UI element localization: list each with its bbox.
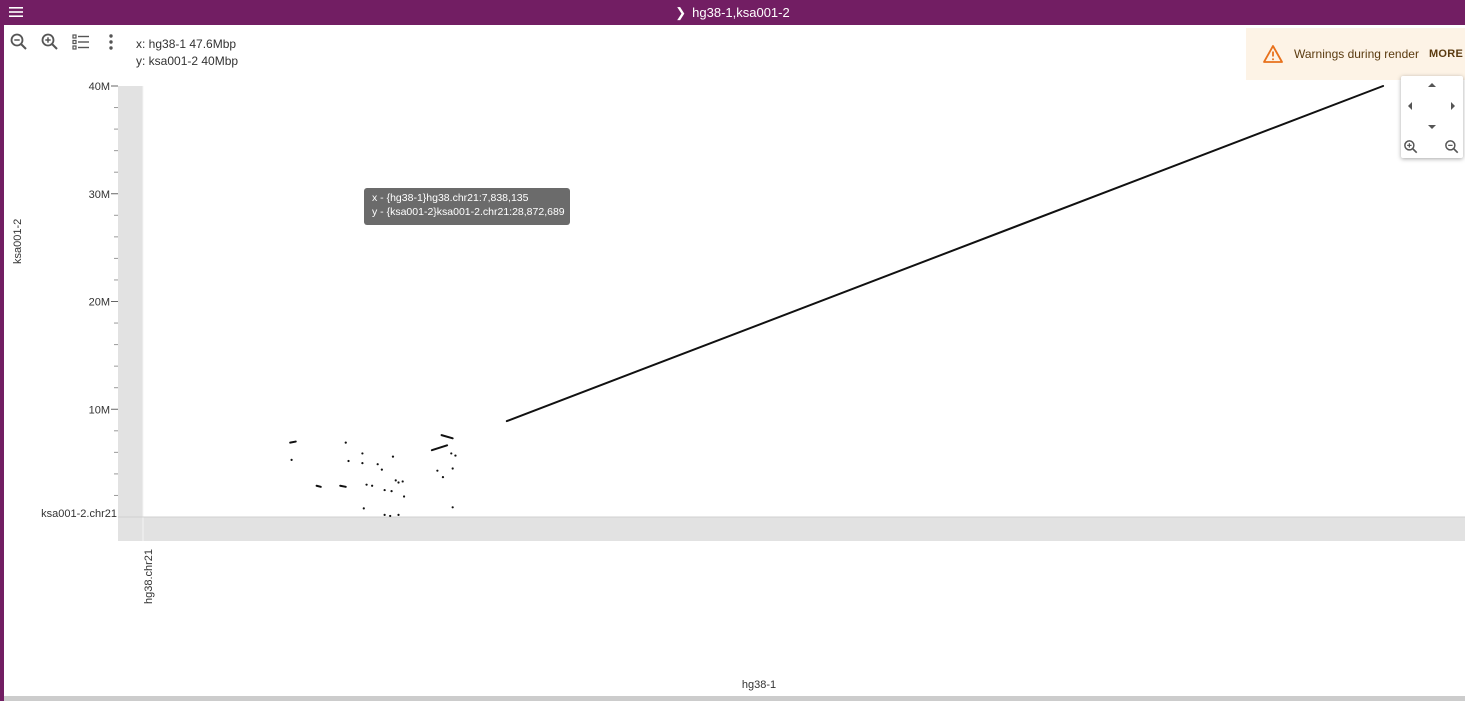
pan-right-icon[interactable] xyxy=(1447,100,1459,112)
alignment-point xyxy=(365,483,368,486)
alignment-point xyxy=(450,452,453,455)
hover-tooltip: x - {hg38-1}hg38.chr21:7,838,135 y - {ks… xyxy=(364,188,570,225)
alignment-point xyxy=(436,469,439,472)
alignment-segment xyxy=(339,484,347,488)
alignment-point xyxy=(401,480,404,483)
alignment-point xyxy=(451,467,454,470)
alignment-point xyxy=(391,455,395,458)
nav-zoom-out-icon[interactable] xyxy=(1443,138,1461,156)
x-axis-title: hg38-1 xyxy=(742,679,776,691)
dotplot-chart[interactable]: 10M 20M 30M 40M ksa001-2.chr21 hg38.chr21 k… xyxy=(0,0,1465,701)
alignment-segment xyxy=(440,434,454,440)
pan-up-icon[interactable] xyxy=(1426,79,1438,91)
y-tick-label: 40M xyxy=(89,81,110,93)
alignment-point xyxy=(371,484,374,487)
warning-text: Warnings during render xyxy=(1294,47,1419,61)
y-region-band xyxy=(118,86,143,541)
alignment-segment xyxy=(315,484,322,488)
warning-more-button[interactable]: MORE xyxy=(1429,48,1463,60)
alignment-point xyxy=(383,488,386,492)
x-region-label: hg38.chr21 xyxy=(143,549,155,604)
alignment-segment xyxy=(289,440,297,444)
x-region-band xyxy=(118,517,1465,541)
alignment-point xyxy=(347,459,350,463)
alignment-point xyxy=(376,463,379,466)
tooltip-y-line: y - {ksa001-2}ksa001-2.chr21:28,872,689 xyxy=(372,206,565,218)
alignment-point xyxy=(290,458,293,461)
alignment-point xyxy=(361,452,364,455)
alignment-segment xyxy=(430,444,449,452)
alignment-point xyxy=(390,490,393,493)
alignment-point xyxy=(441,476,445,479)
y-tick-label: 10M xyxy=(89,404,110,416)
alignment-point xyxy=(397,513,400,516)
alignment-point xyxy=(383,513,386,516)
y-tick-label: 20M xyxy=(89,297,110,309)
nav-zoom-in-icon[interactable] xyxy=(1402,138,1420,156)
pan-left-icon[interactable] xyxy=(1404,100,1416,112)
alignment-point xyxy=(389,514,392,518)
alignment-point xyxy=(397,481,400,484)
alignment-point xyxy=(380,468,383,471)
alignment-segment xyxy=(505,85,1385,423)
alignment-point xyxy=(344,441,347,444)
alignment-point xyxy=(361,462,364,465)
navigation-pad xyxy=(1401,76,1463,158)
y-axis-title: ksa001-2 xyxy=(12,219,24,264)
y-region-label: ksa001-2.chr21 xyxy=(41,508,117,520)
y-tick-label: 30M xyxy=(89,189,110,201)
warning-banner: Warnings during render MORE xyxy=(1246,28,1465,80)
tooltip-x-line: x - {hg38-1}hg38.chr21:7,838,135 xyxy=(372,192,529,204)
alignment-point xyxy=(394,479,397,482)
alignment-point xyxy=(402,495,406,498)
alignment-point xyxy=(451,506,454,509)
warning-icon xyxy=(1263,45,1283,63)
alignment-point xyxy=(362,507,365,510)
alignment-point xyxy=(454,454,457,457)
pan-down-icon[interactable] xyxy=(1426,121,1438,133)
